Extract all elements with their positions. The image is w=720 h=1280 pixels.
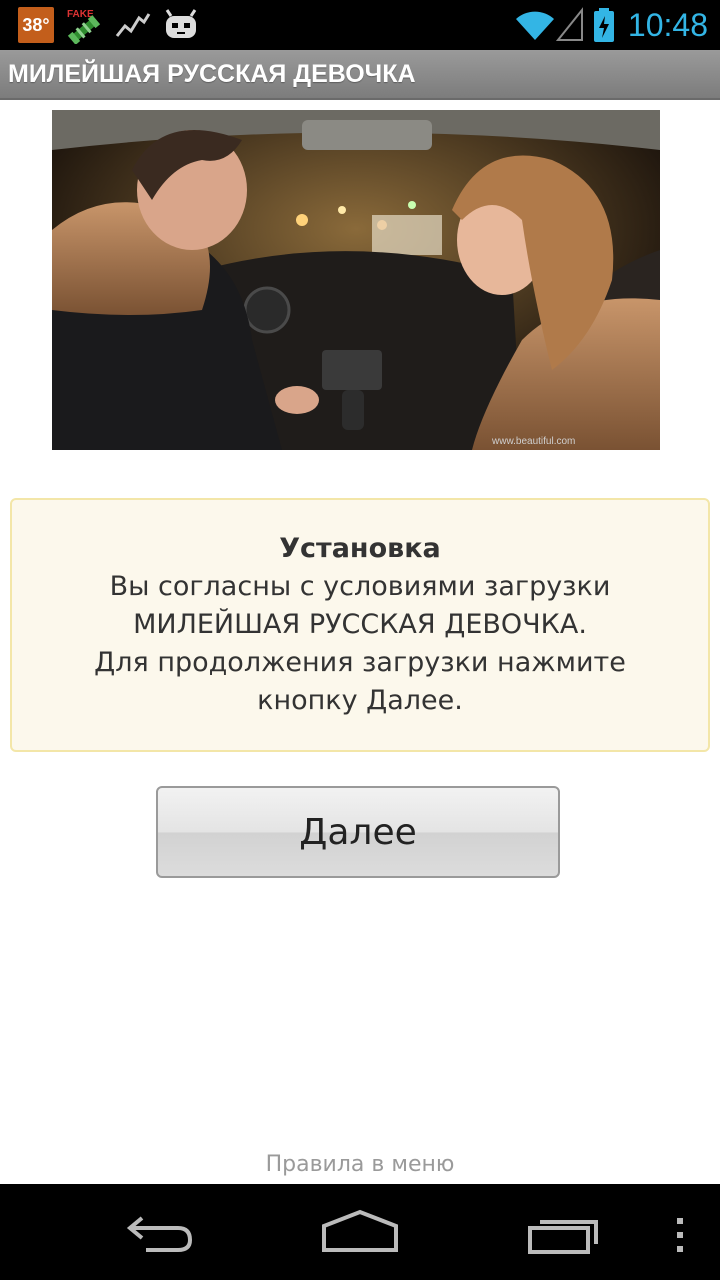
rules-hint: Правила в меню [265,1152,455,1177]
battery-charging-icon [594,8,614,42]
signal-icon [556,7,583,41]
app-title-bar: МИЛЕЙШАЯ РУССКАЯ ДЕВОЧКА [0,50,720,100]
back-icon[interactable] [120,1202,200,1262]
hero-image: www.beautiful.com [52,110,660,450]
recents-icon[interactable] [522,1202,602,1262]
info-line-4: кнопку Далее. [257,685,463,716]
next-button[interactable]: Далее [156,786,560,878]
navigation-bar [0,1184,720,1280]
install-info-box: Установка Вы согласны с условиями загруз… [10,498,710,752]
wifi-icon [516,11,554,40]
activity-graph-icon [115,13,151,37]
info-line-2: МИЛЕЙШАЯ РУССКАЯ ДЕВОЧКА. [133,609,587,640]
clock: 10:48 [627,7,708,43]
info-line-1: Вы согласны с условиями загрузки [109,571,611,602]
app-title: МИЛЕЙШАЯ РУССКАЯ ДЕВОЧКА [8,59,416,88]
next-button-label: Далее [299,811,417,853]
install-heading: Установка [279,533,441,564]
info-line-3: Для продолжения загрузки нажмите [94,647,626,678]
home-icon[interactable] [318,1202,402,1262]
svg-text:www.beautiful.com: www.beautiful.com [491,436,575,447]
weather-temp-icon: 38° [18,7,54,43]
menu-icon[interactable] [668,1202,692,1262]
fake-gps-icon: FAKE [67,9,101,44]
status-bar: 38° FAKE 10:48 [0,0,720,50]
android-robot-icon [165,9,197,38]
